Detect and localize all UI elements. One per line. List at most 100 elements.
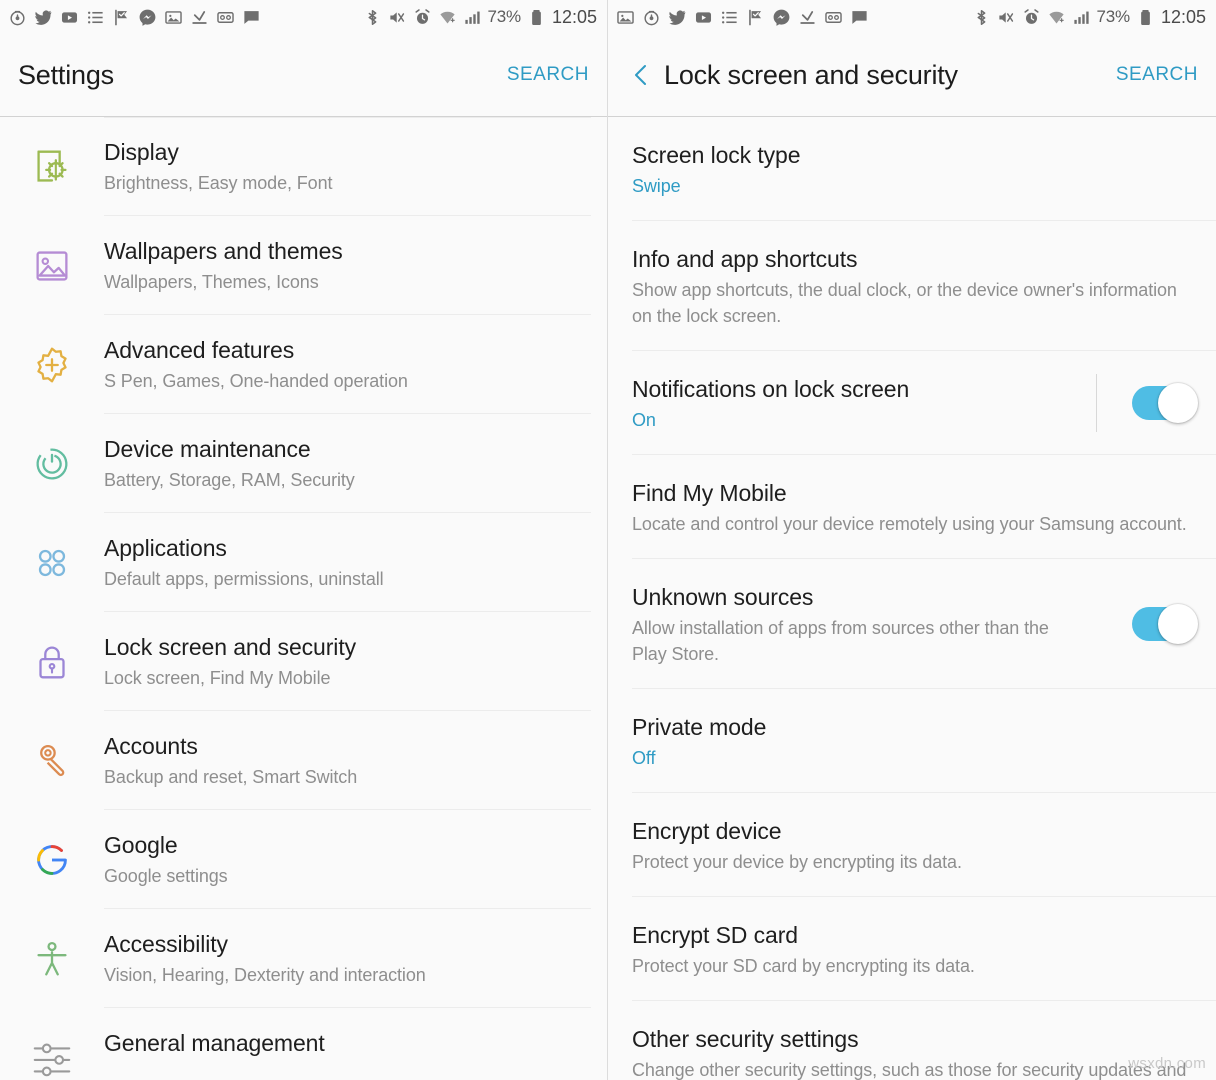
settings-list-item[interactable]: Applications Default apps, permissions, u…: [0, 513, 607, 612]
settings-item-subtitle: Battery, Storage, RAM, Security: [104, 470, 355, 490]
settings-item-title: Applications: [104, 535, 227, 561]
messenger-icon: [772, 8, 791, 27]
settings-pane: 73% 12:05 Settings SEARCH Display Brightn…: [0, 0, 608, 1080]
settings-item-subtitle: Vision, Hearing, Dexterity and interacti…: [104, 965, 426, 985]
settings-list-item[interactable]: Accounts Backup and reset, Smart Switch: [0, 711, 607, 810]
settings-item-title: General management: [104, 1030, 325, 1056]
settings-list-item[interactable]: Display Brightness, Easy mode, Font: [0, 117, 607, 216]
security-item-text: Private mode Off: [632, 711, 1216, 771]
security-list-item[interactable]: Info and app shortcuts Show app shortcuts…: [608, 221, 1216, 351]
youtube-icon: [60, 8, 79, 27]
toggle-thumb: [1158, 383, 1198, 423]
settings-list-item[interactable]: Accessibility Vision, Hearing, Dexterity …: [0, 909, 607, 1008]
settings-list-item[interactable]: General management: [0, 1008, 607, 1080]
settings-item-subtitle: Default apps, permissions, uninstall: [104, 569, 384, 589]
battery-icon: [1136, 8, 1155, 27]
search-button-right[interactable]: SEARCH: [1116, 64, 1198, 86]
settings-item-title: Advanced features: [104, 337, 295, 363]
messenger-icon: [138, 8, 157, 27]
settings-item-title: Lock screen and security: [104, 634, 357, 660]
gear-vr-icon: [824, 8, 843, 27]
settings-item-title: Wallpapers and themes: [104, 238, 343, 264]
settings-list: Display Brightness, Easy mode, Font Wallpa…: [0, 117, 607, 1080]
settings-list-item[interactable]: Wallpapers and themes Wallpapers, Themes,…: [0, 216, 607, 315]
status-system-icons: 73% 12:05: [363, 7, 597, 28]
security-list-item[interactable]: Encrypt SD card Protect your SD card by e…: [608, 897, 1216, 1001]
security-item-title: Unknown sources: [632, 584, 814, 610]
flag-check-icon: [746, 8, 765, 27]
security-item-subtitle: Change other security settings, such as …: [632, 1060, 1187, 1080]
security-item-text: Find My Mobile Locate and control your de…: [632, 477, 1216, 537]
gear-vr-icon: [216, 8, 235, 27]
settings-item-text: General management: [104, 1028, 591, 1058]
wifi-icon: [438, 8, 457, 27]
security-item-subtitle: Show app shortcuts, the dual clock, or t…: [632, 280, 1177, 326]
battery-percent-label: 73%: [1096, 7, 1131, 26]
settings-item-title: Device maintenance: [104, 436, 311, 462]
security-list-item[interactable]: Other security settings Change other secu…: [608, 1001, 1216, 1080]
signal-icon: [1072, 8, 1091, 27]
security-list-item[interactable]: Unknown sources Allow installation of app…: [608, 559, 1216, 689]
accessibility-icon: [0, 929, 104, 982]
list-icon: [720, 8, 739, 27]
settings-list-item[interactable]: Google Google settings: [0, 810, 607, 909]
device-maintenance-icon: [0, 434, 104, 487]
settings-item-subtitle: S Pen, Games, One-handed operation: [104, 371, 408, 391]
security-list-item[interactable]: Find My Mobile Locate and control your de…: [608, 455, 1216, 559]
image-icon: [164, 8, 183, 27]
security-list-item[interactable]: Private mode Off: [608, 689, 1216, 793]
settings-item-subtitle: Lock screen, Find My Mobile: [104, 668, 331, 688]
settings-app-bar: Settings SEARCH: [0, 34, 607, 117]
download-check-icon: [190, 8, 209, 27]
clock-label: 12:05: [551, 6, 597, 27]
security-item-text: Encrypt SD card Protect your SD card by e…: [632, 919, 1216, 979]
settings-item-title: Google: [104, 832, 178, 858]
security-item-subtitle: Allow installation of apps from sources …: [632, 618, 1049, 664]
sliders-icon: [0, 1028, 104, 1080]
security-list-item[interactable]: Screen lock type Swipe: [608, 117, 1216, 221]
wallpaper-icon: [0, 236, 104, 289]
back-arrow-icon[interactable]: [624, 58, 658, 92]
settings-item-text: Accessibility Vision, Hearing, Dexterity …: [104, 929, 591, 988]
flag-check-icon: [112, 8, 131, 27]
settings-item-title: Display: [104, 139, 179, 165]
toggle-switch[interactable]: [1132, 604, 1198, 644]
settings-list-item[interactable]: Lock screen and security Lock screen, Fin…: [0, 612, 607, 711]
security-list-item[interactable]: Notifications on lock screen On: [608, 351, 1216, 455]
settings-item-text: Device maintenance Battery, Storage, RAM,…: [104, 434, 591, 493]
settings-item-subtitle: Wallpapers, Themes, Icons: [104, 272, 319, 292]
youtube-icon: [694, 8, 713, 27]
settings-item-text: Lock screen and security Lock screen, Fin…: [104, 632, 591, 691]
settings-list-item[interactable]: Device maintenance Battery, Storage, RAM,…: [0, 414, 607, 513]
security-settings-list: Screen lock type Swipe Info and app shortc…: [608, 117, 1216, 1080]
settings-item-text: Applications Default apps, permissions, u…: [104, 533, 591, 592]
security-item-text: Info and app shortcuts Show app shortcuts…: [632, 243, 1216, 329]
security-item-text: Encrypt device Protect your device by enc…: [632, 815, 1216, 875]
chat-bubble-icon: [850, 8, 869, 27]
toggle-container: [1096, 374, 1216, 432]
list-divider: [104, 117, 591, 118]
security-list-item[interactable]: Encrypt device Protect your device by enc…: [608, 793, 1216, 897]
status-notification-icons: [8, 8, 363, 27]
toggle-switch[interactable]: [1132, 383, 1198, 423]
security-item-subtitle: Protect your device by encrypting its da…: [632, 852, 962, 872]
settings-item-text: Advanced features S Pen, Games, One-hande…: [104, 335, 591, 394]
list-icon: [86, 8, 105, 27]
security-item-text: Notifications on lock screen On: [632, 373, 1096, 433]
security-item-title: Notifications on lock screen: [632, 376, 910, 402]
lock-icon: [0, 632, 104, 685]
battery-percent-label: 73%: [487, 7, 522, 26]
settings-list-item[interactable]: Advanced features S Pen, Games, One-hande…: [0, 315, 607, 414]
settings-item-text: Display Brightness, Easy mode, Font: [104, 137, 591, 196]
settings-item-subtitle: Backup and reset, Smart Switch: [104, 767, 358, 787]
search-button-left[interactable]: SEARCH: [507, 64, 589, 86]
settings-item-text: Google Google settings: [104, 830, 591, 889]
status-bar-left: 73% 12:05: [0, 0, 607, 34]
security-item-title: Info and app shortcuts: [632, 246, 858, 272]
applications-icon: [0, 533, 104, 586]
toggle-thumb: [1158, 604, 1198, 644]
lock-screen-app-bar: Lock screen and security SEARCH: [608, 34, 1216, 117]
security-item-title: Other security settings: [632, 1026, 859, 1052]
security-item-title: Screen lock type: [632, 142, 801, 168]
mute-vibrate-icon: [997, 8, 1016, 27]
